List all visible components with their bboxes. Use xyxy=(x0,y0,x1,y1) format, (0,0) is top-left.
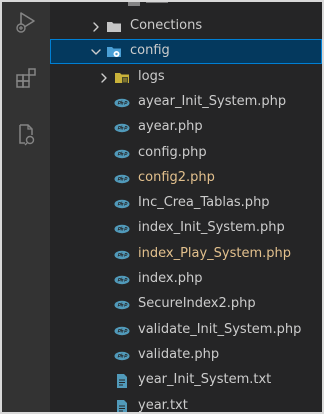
remote-explorer-icon[interactable] xyxy=(14,122,38,146)
text-file-icon xyxy=(114,399,130,412)
php-file-icon xyxy=(114,196,130,212)
tree-file-validate-php[interactable]: validate.php xyxy=(50,343,322,368)
tree-item-label: index_Play_System.php xyxy=(138,245,292,261)
tree-item-label: index_Init_System.php xyxy=(138,220,285,236)
tree-file-index-play-system-php[interactable]: index_Play_System.php xyxy=(50,242,322,267)
tree-file-inc-crea-tablas-php[interactable]: Inc_Crea_Tablas.php xyxy=(50,191,322,216)
tree-file-config-php[interactable]: config.php xyxy=(50,141,322,166)
tree-item-label: Inc_Crea_Tablas.php xyxy=(138,195,270,211)
cut-off-row xyxy=(50,2,322,6)
tree-item-label: SecureIndex2.php xyxy=(138,296,256,312)
tree-folder-conections[interactable]: Conections xyxy=(50,14,322,39)
php-file-icon xyxy=(114,272,130,288)
screenshot-frame: Conections config logs ayear_Init_System.ph… xyxy=(0,0,324,414)
run-debug-icon[interactable] xyxy=(14,10,38,34)
php-file-icon xyxy=(114,221,130,237)
tree-item-label: Conections xyxy=(130,18,203,33)
tree-folder-config[interactable]: config xyxy=(50,39,322,65)
explorer-tree: Conections config logs ayear_Init_System.ph… xyxy=(50,2,322,412)
activity-bar xyxy=(2,2,50,412)
tree-file-ayear-php[interactable]: ayear.php xyxy=(50,115,322,140)
php-file-icon xyxy=(114,95,130,111)
tree-item-label: validate_Init_System.php xyxy=(138,321,302,337)
tree-item-label: index.php xyxy=(138,271,203,286)
tree-file-config2-php[interactable]: config2.php xyxy=(50,166,322,191)
tree-item-label: logs xyxy=(138,68,165,84)
tree-item-label: ayear_Init_System.php xyxy=(138,93,287,109)
tree-folder-logs[interactable]: logs xyxy=(50,65,322,90)
tree-file-validate-init-system-php[interactable]: validate_Init_System.php xyxy=(50,318,322,343)
tree-file-secureindex2-php[interactable]: SecureIndex2.php xyxy=(50,292,322,317)
tree-item-label: config.php xyxy=(138,144,207,160)
php-file-icon xyxy=(114,297,130,313)
tree-item-label: config2.php xyxy=(138,169,215,185)
php-file-icon xyxy=(114,146,130,162)
php-file-icon xyxy=(114,348,130,364)
tree-file-index-php[interactable]: index.php xyxy=(50,267,322,292)
tree-item-label: year_Init_System.txt xyxy=(138,372,272,388)
logs-folder-icon xyxy=(114,70,130,86)
folder-icon xyxy=(106,19,122,35)
tree-file-year-txt[interactable]: year.txt xyxy=(50,394,322,413)
text-file-icon xyxy=(114,373,130,389)
tree-item-label: year.txt xyxy=(138,397,188,413)
chevron-right-icon[interactable] xyxy=(90,21,102,33)
chevron-down-icon[interactable] xyxy=(90,46,102,58)
tree-file-year-init-system-txt[interactable]: year_Init_System.txt xyxy=(50,368,322,393)
php-file-icon xyxy=(114,171,130,187)
tree-item-label: validate.php xyxy=(138,346,220,362)
chevron-right-icon[interactable] xyxy=(98,72,110,84)
extensions-icon[interactable] xyxy=(14,66,38,90)
php-file-icon xyxy=(114,323,130,339)
tree-file-index-init-system-php[interactable]: index_Init_System.php xyxy=(50,216,322,241)
php-file-icon xyxy=(114,120,130,136)
tree-item-label: config xyxy=(130,43,170,59)
php-file-icon xyxy=(114,247,130,263)
tree-file-ayear-init-system-php[interactable]: ayear_Init_System.php xyxy=(50,90,322,115)
config-folder-icon xyxy=(106,44,122,60)
tree-item-label: ayear.php xyxy=(138,119,203,135)
